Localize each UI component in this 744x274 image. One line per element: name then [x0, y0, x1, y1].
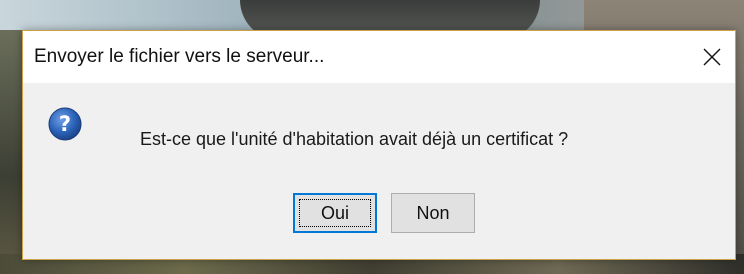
- dialog-title: Envoyer le fichier vers le serveur...: [34, 46, 325, 67]
- message-dialog: Envoyer le fichier vers le serveur... ? …: [22, 30, 736, 260]
- dialog-message: Est-ce que l'unité d'habitation avait dé…: [140, 129, 569, 149]
- svg-text:?: ?: [59, 112, 71, 136]
- question-icon: ?: [48, 107, 82, 141]
- no-button[interactable]: Non: [391, 193, 475, 233]
- yes-button[interactable]: Oui: [293, 193, 377, 233]
- dialog-titlebar[interactable]: Envoyer le fichier vers le serveur...: [23, 31, 735, 83]
- focus-ring: [299, 199, 371, 227]
- close-button[interactable]: [689, 31, 735, 83]
- no-button-label: Non: [416, 202, 450, 223]
- dialog-body: ? Est-ce que l'unité d'habitation avait …: [23, 83, 735, 259]
- close-icon: [703, 48, 721, 66]
